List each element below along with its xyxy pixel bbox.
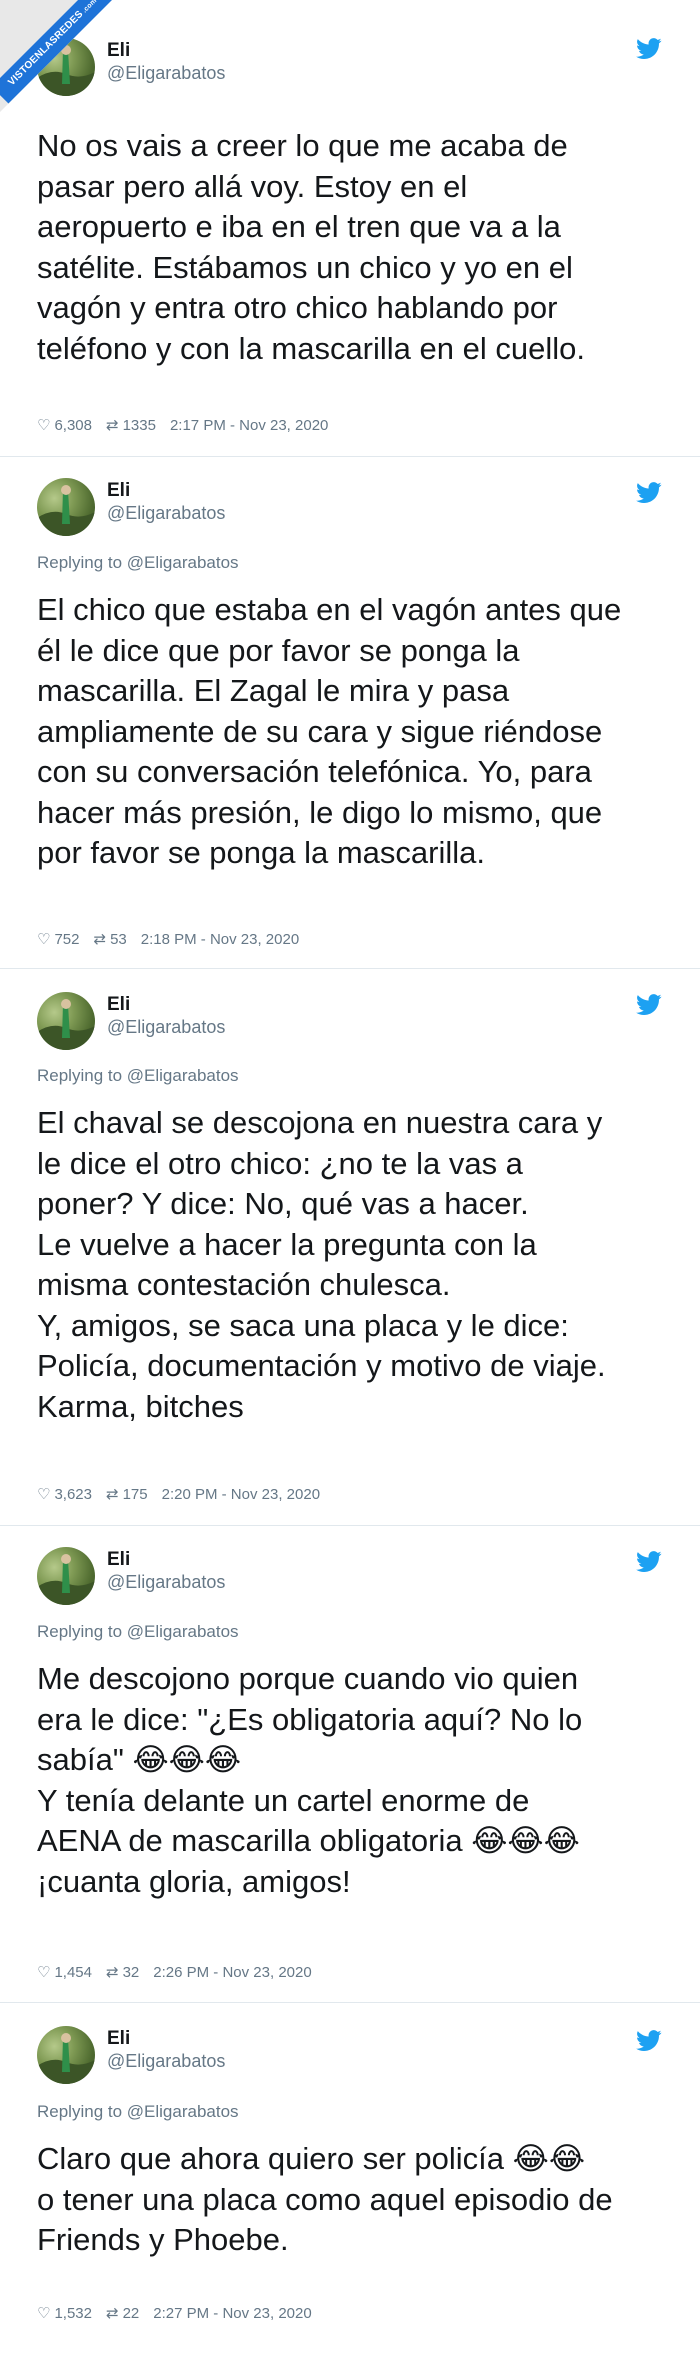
timestamp[interactable]: 2:26 PM - Nov 23, 2020: [153, 1964, 311, 1981]
divider: [0, 968, 700, 969]
replying-to[interactable]: Replying to @Eligarabatos: [37, 1066, 239, 1086]
twitter-bird-icon[interactable]: [636, 1551, 662, 1573]
retweet-icon[interactable]: ⇄: [106, 416, 119, 434]
like-count: 1,532: [54, 2304, 92, 2322]
twitter-bird-icon[interactable]: [636, 2030, 662, 2052]
author-handle[interactable]: @Eligarabatos: [107, 63, 225, 84]
tweet-2: Eli @Eligarabatos Replying to @Eligaraba…: [0, 458, 700, 968]
timestamp[interactable]: 2:27 PM - Nov 23, 2020: [153, 2305, 311, 2322]
author-handle[interactable]: @Eligarabatos: [107, 1017, 225, 1038]
timestamp[interactable]: 2:20 PM - Nov 23, 2020: [162, 1486, 320, 1503]
retweet-count: 53: [110, 930, 127, 948]
retweet-count: 175: [122, 1485, 148, 1503]
tweet-3: Eli @Eligarabatos Replying to @Eligaraba…: [0, 970, 700, 1525]
like-count: 6,308: [54, 416, 92, 434]
author-name[interactable]: Eli: [107, 1549, 130, 1571]
timestamp[interactable]: 2:17 PM - Nov 23, 2020: [170, 417, 328, 434]
author-handle[interactable]: @Eligarabatos: [107, 503, 225, 524]
retweet-icon[interactable]: ⇄: [106, 1485, 119, 1503]
twitter-bird-icon[interactable]: [636, 482, 662, 504]
author-name[interactable]: Eli: [107, 480, 130, 502]
tweet-5: Eli @Eligarabatos Replying to @Eligaraba…: [0, 2004, 700, 2355]
like-count: 752: [54, 930, 80, 948]
heart-icon[interactable]: ♡: [37, 930, 50, 948]
tweet-meta: ♡ 3,623 ⇄ 175 2:20 PM - Nov 23, 2020: [37, 1485, 320, 1504]
retweet-count: 22: [122, 2304, 140, 2322]
replying-to[interactable]: Replying to @Eligarabatos: [37, 553, 239, 573]
retweet-icon[interactable]: ⇄: [93, 930, 106, 948]
author-name[interactable]: Eli: [107, 2028, 130, 2050]
retweet-count: 32: [122, 1963, 140, 1981]
tweet-4: Eli @Eligarabatos Replying to @Eligaraba…: [0, 1527, 700, 2002]
timestamp[interactable]: 2:18 PM - Nov 23, 2020: [141, 931, 299, 948]
heart-icon[interactable]: ♡: [37, 1485, 50, 1503]
twitter-bird-icon[interactable]: [636, 994, 662, 1016]
author-handle[interactable]: @Eligarabatos: [107, 1572, 225, 1593]
retweet-icon[interactable]: ⇄: [106, 2304, 119, 2322]
tweet-meta: ♡ 1,454 ⇄ 32 2:26 PM - Nov 23, 2020: [37, 1963, 312, 1982]
avatar[interactable]: [37, 2026, 95, 2084]
heart-icon[interactable]: ♡: [37, 416, 50, 434]
heart-icon[interactable]: ♡: [37, 1963, 50, 1981]
avatar[interactable]: [37, 478, 95, 536]
author-handle[interactable]: @Eligarabatos: [107, 2051, 225, 2072]
like-count: 3,623: [54, 1485, 92, 1503]
divider: [0, 456, 700, 457]
replying-to[interactable]: Replying to @Eligarabatos: [37, 2102, 239, 2122]
divider: [0, 2002, 700, 2003]
tweet-text: Me descojono porque cuando vio quien era…: [37, 1661, 583, 1899]
tweet-meta: ♡ 6,308 ⇄ 1335 2:17 PM - Nov 23, 2020: [37, 416, 328, 435]
tweet-text: No os vais a creer lo que me acaba de pa…: [37, 128, 585, 366]
retweet-count: 1335: [122, 416, 156, 434]
like-count: 1,454: [54, 1963, 92, 1981]
author-name[interactable]: Eli: [107, 994, 130, 1016]
tweet-meta: ♡ 1,532 ⇄ 22 2:27 PM - Nov 23, 2020: [37, 2304, 312, 2323]
divider: [0, 1525, 700, 1526]
replying-to[interactable]: Replying to @Eligarabatos: [37, 1622, 239, 1642]
heart-icon[interactable]: ♡: [37, 2304, 50, 2322]
retweet-icon[interactable]: ⇄: [106, 1963, 119, 1981]
tweet-text: El chico que estaba en el vagón antes qu…: [37, 592, 622, 870]
tweet-text: El chaval se descojona en nuestra cara y…: [37, 1105, 606, 1424]
avatar[interactable]: [37, 992, 95, 1050]
tweet-text: Claro que ahora quiero ser policía 😂😂 o …: [37, 2141, 613, 2257]
tweet-meta: ♡ 752 ⇄ 53 2:18 PM - Nov 23, 2020: [37, 930, 299, 949]
twitter-bird-icon[interactable]: [636, 38, 662, 60]
avatar[interactable]: [37, 1547, 95, 1605]
